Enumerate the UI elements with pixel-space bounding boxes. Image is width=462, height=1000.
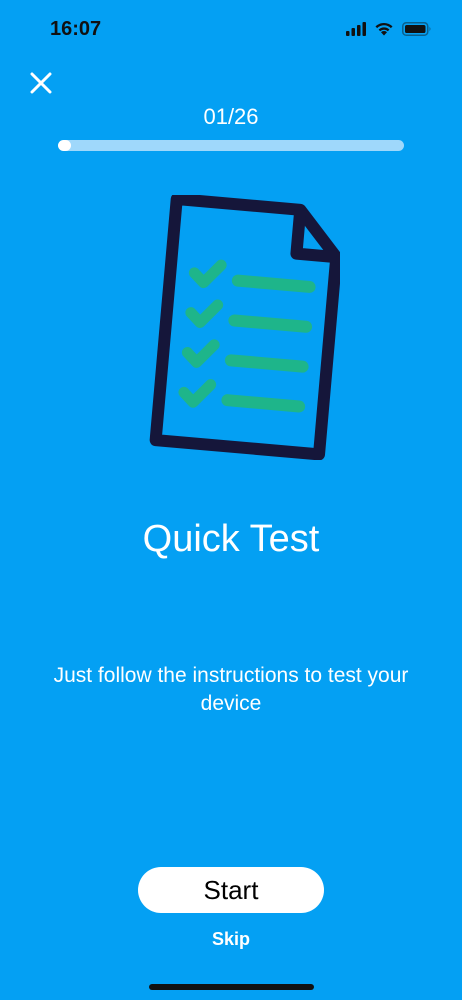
close-button[interactable] — [26, 68, 56, 98]
step-counter: 01/26 — [203, 104, 259, 129]
progress-bar — [58, 140, 404, 151]
signal-icon — [346, 21, 366, 36]
skip-link[interactable]: Skip — [0, 929, 462, 950]
wifi-icon — [375, 22, 393, 36]
start-button[interactable]: Start — [138, 867, 324, 913]
battery-icon — [402, 21, 431, 36]
status-icons — [346, 21, 432, 36]
status-bar: 16:07 — [0, 0, 462, 60]
page-subtitle: Just follow the instructions to test you… — [53, 664, 409, 715]
progress-fill — [58, 140, 72, 151]
home-indicator — [149, 984, 314, 990]
status-time: 16:07 — [50, 18, 102, 40]
page-title: Quick Test — [142, 518, 320, 560]
checklist-document-icon — [149, 195, 340, 460]
close-icon — [30, 72, 52, 94]
